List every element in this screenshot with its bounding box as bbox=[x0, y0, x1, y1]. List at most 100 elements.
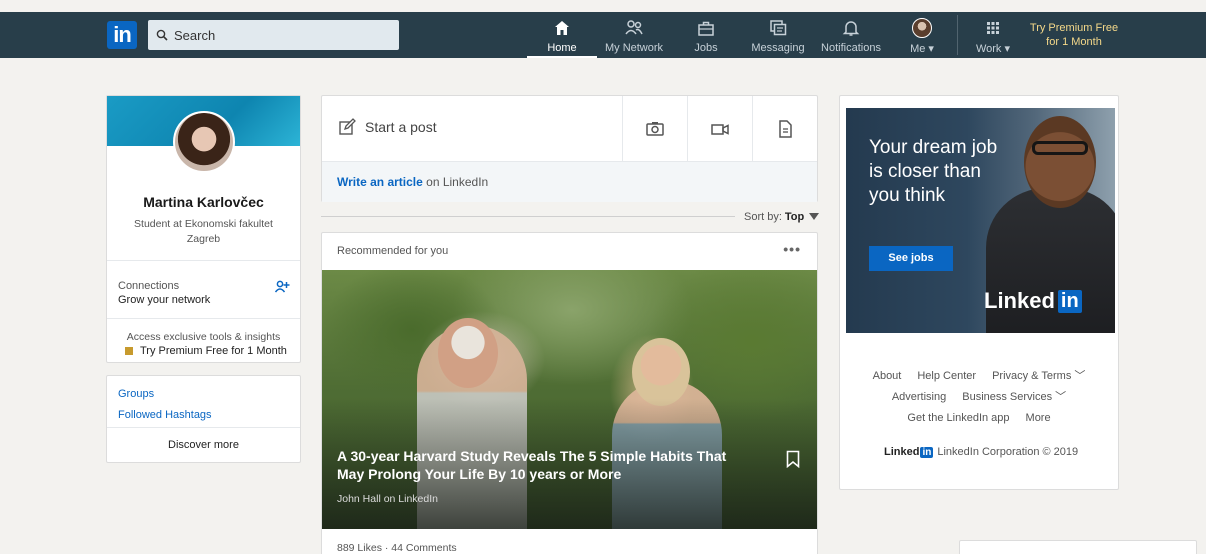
top-nav-bar: in Home My Network Jobs Messaging Notifi… bbox=[0, 12, 1206, 58]
groups-card: Groups Followed Hashtags Discover more bbox=[106, 375, 301, 463]
caret-down-icon bbox=[809, 213, 820, 220]
premium-line-1: Try Premium Free bbox=[1029, 22, 1119, 34]
nav-home-label: Home bbox=[547, 42, 577, 54]
messaging-overlay-bar[interactable] bbox=[959, 540, 1197, 554]
connections-label[interactable]: Connections bbox=[118, 280, 179, 292]
ad-banner[interactable]: Your dream job is closer than you think … bbox=[846, 108, 1115, 333]
footer-links: About Help Center Privacy & Terms ﹀ Advert… bbox=[840, 366, 1118, 429]
on-linkedin-text: on LinkedIn bbox=[422, 175, 489, 189]
followed-hashtags-link[interactable]: Followed Hashtags bbox=[118, 409, 212, 421]
footer-logo-word: Linked bbox=[884, 446, 920, 458]
footer-advertising[interactable]: Advertising bbox=[892, 391, 946, 403]
search-box[interactable] bbox=[148, 20, 399, 50]
profile-name[interactable]: Martina Karlovčec bbox=[107, 194, 300, 210]
add-connection-icon[interactable] bbox=[274, 279, 290, 295]
sort-divider bbox=[321, 216, 735, 217]
footer-get-app[interactable]: Get the LinkedIn app bbox=[907, 412, 1009, 424]
nav-notifications-label: Notifications bbox=[821, 42, 881, 54]
footer-logo-in: in bbox=[920, 446, 934, 458]
nav-work[interactable]: Work ▾ bbox=[970, 12, 1016, 58]
footer-business-services[interactable]: Business Services ﹀ bbox=[962, 391, 1066, 403]
search-input[interactable] bbox=[174, 27, 374, 43]
footer-help-center[interactable]: Help Center bbox=[917, 370, 976, 382]
bookmark-icon[interactable] bbox=[786, 450, 800, 468]
nav-notifications[interactable]: Notifications bbox=[816, 12, 886, 58]
ad-logo-in: in bbox=[1057, 289, 1082, 313]
nav-me-label: Me bbox=[910, 43, 926, 55]
try-premium-link[interactable]: Try Premium Free for 1 Month bbox=[1024, 21, 1124, 49]
ad-photo-subject bbox=[1024, 116, 1096, 208]
nav-messaging-label: Messaging bbox=[751, 42, 805, 54]
nav-me[interactable]: Me ▾ bbox=[902, 12, 942, 58]
ad-photo-subject bbox=[1032, 141, 1088, 155]
premium-cta[interactable]: Try Premium Free for 1 Month bbox=[125, 345, 287, 357]
document-icon bbox=[779, 120, 792, 138]
discover-more-button[interactable]: Discover more bbox=[107, 439, 300, 451]
footer-privacy-terms[interactable]: Privacy & Terms ﹀ bbox=[992, 370, 1085, 382]
search-icon bbox=[156, 29, 168, 41]
video-button[interactable] bbox=[687, 96, 752, 162]
sort-by-value: Top bbox=[784, 211, 805, 223]
footer-more[interactable]: More bbox=[1026, 412, 1051, 424]
grow-network-link[interactable]: Grow your network bbox=[118, 294, 210, 306]
write-article-link[interactable]: Write an article bbox=[337, 175, 423, 189]
nav-home[interactable]: Home bbox=[527, 12, 597, 58]
more-options-button[interactable]: ••• bbox=[783, 241, 801, 257]
ad-card: Your dream job is closer than you think … bbox=[839, 95, 1119, 490]
sort-by-control[interactable]: Sort by: Top bbox=[744, 211, 820, 223]
ad-headline: Your dream job is closer than you think bbox=[869, 137, 998, 206]
nav-my-network[interactable]: My Network bbox=[601, 12, 667, 58]
share-box: Start a post Write an article on LinkedI… bbox=[321, 95, 818, 202]
ad-linkedin-logo: Linked in bbox=[984, 288, 1082, 314]
article-author[interactable]: John Hall on LinkedIn bbox=[337, 493, 438, 505]
camera-icon bbox=[646, 122, 664, 136]
copyright-text: LinkedIn Corporation © 2019 bbox=[937, 446, 1079, 458]
nav-jobs[interactable]: Jobs bbox=[686, 12, 726, 58]
document-button[interactable] bbox=[752, 96, 817, 162]
chevron-down-icon: ▾ bbox=[928, 43, 934, 55]
profile-headline-line-2: Zagreb bbox=[186, 233, 221, 245]
article-image[interactable]: A 30-year Harvard Study Reveals The 5 Si… bbox=[322, 270, 817, 529]
home-icon bbox=[555, 21, 569, 35]
linkedin-logo[interactable]: in bbox=[107, 21, 137, 49]
premium-line-2: for 1 Month bbox=[1046, 36, 1102, 48]
start-post-label: Start a post bbox=[365, 119, 437, 135]
bell-icon bbox=[842, 21, 860, 36]
nav-messaging[interactable]: Messaging bbox=[748, 12, 808, 58]
edit-icon bbox=[339, 118, 356, 135]
write-article-row: Write an article on LinkedIn bbox=[322, 162, 817, 202]
footer-about[interactable]: About bbox=[873, 370, 902, 382]
corporation-line: Linked in LinkedIn Corporation © 2019 bbox=[884, 446, 1078, 458]
article-headline[interactable]: A 30-year Harvard Study Reveals The 5 Si… bbox=[337, 447, 757, 483]
briefcase-icon bbox=[698, 21, 714, 36]
access-tools-text: Access exclusive tools & insights bbox=[126, 331, 281, 343]
photo-button[interactable] bbox=[622, 96, 687, 162]
nav-divider bbox=[957, 15, 958, 55]
nav-jobs-label: Jobs bbox=[694, 42, 718, 54]
start-post-button[interactable]: Start a post bbox=[338, 118, 437, 136]
see-jobs-button[interactable]: See jobs bbox=[869, 246, 953, 271]
me-avatar bbox=[912, 18, 932, 38]
nav-work-label: Work bbox=[975, 43, 1002, 55]
feed-post: Recommended for you ••• A 30-year Harvar… bbox=[321, 232, 818, 554]
grid-icon bbox=[987, 22, 999, 34]
article-photo-subject bbox=[438, 318, 498, 388]
profile-headline-line-1: Student at Ekonomski fakultet bbox=[134, 218, 273, 230]
recommended-label: Recommended for you bbox=[337, 245, 449, 257]
divider bbox=[107, 427, 300, 428]
post-stats[interactable]: 889 Likes · 44 Comments bbox=[337, 542, 457, 554]
video-icon bbox=[711, 124, 729, 135]
write-article-text: Write an article on LinkedIn bbox=[337, 175, 488, 189]
messaging-icon bbox=[770, 20, 787, 36]
profile-card: Martina Karlovčec Student at Ekonomski f… bbox=[106, 95, 301, 363]
footer-linkedin-logo: Linked in bbox=[884, 446, 934, 458]
sort-by-label: Sort by: bbox=[744, 211, 782, 223]
groups-link[interactable]: Groups bbox=[118, 388, 154, 400]
profile-photo[interactable] bbox=[173, 111, 235, 173]
premium-badge-icon bbox=[125, 347, 133, 355]
premium-cta-label: Try Premium Free for 1 Month bbox=[140, 345, 287, 357]
divider bbox=[107, 318, 300, 319]
divider bbox=[107, 260, 300, 261]
ad-logo-word: Linked bbox=[984, 288, 1055, 313]
article-photo-subject bbox=[632, 338, 690, 406]
